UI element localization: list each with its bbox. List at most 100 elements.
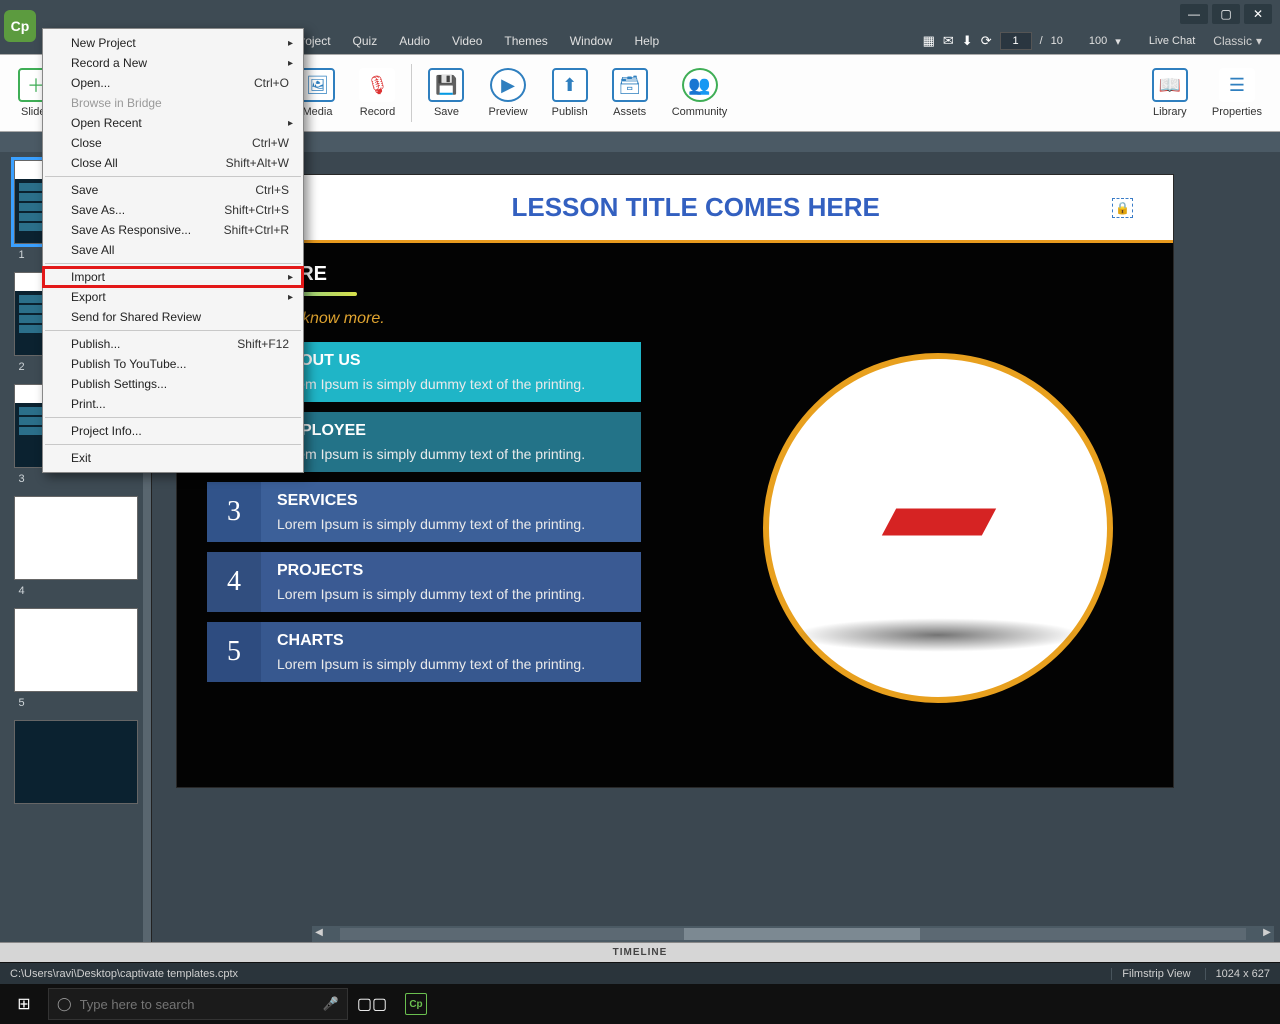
menu-item-label: Export (71, 290, 106, 304)
properties-icon: ☰ (1219, 68, 1255, 102)
horizontal-scrollbar[interactable]: ◀ ▶ (312, 926, 1274, 942)
menu-item-label: Open Recent (71, 116, 142, 130)
publish-icon: ⬆ (552, 68, 588, 102)
file-menu-item[interactable]: Close Ctrl+W (43, 133, 303, 153)
canvas-area[interactable]: eLearning VIFT LESSON TITLE COMES HERE 🔒… (152, 152, 1280, 942)
menu-item-label: Exit (71, 451, 91, 465)
file-menu-item[interactable]: Publish Settings... (43, 374, 303, 394)
file-menu-item[interactable]: Exit (43, 448, 303, 468)
slide-thumb-6[interactable] (14, 720, 138, 804)
zoom-value[interactable]: 100 (1089, 35, 1107, 47)
play-icon: ▶ (490, 68, 526, 102)
menu-item-label: Save All (71, 243, 114, 257)
submenu-arrow-icon: ▸ (288, 118, 293, 129)
scroll-right-icon[interactable]: ▶ (1260, 927, 1274, 941)
menu-help[interactable]: Help (624, 30, 669, 52)
title-bar: — ▢ ✕ (0, 0, 1280, 28)
live-chat-link[interactable]: Live Chat (1149, 35, 1195, 47)
publish-button[interactable]: ⬆ Publish (540, 58, 600, 128)
search-input[interactable] (80, 997, 315, 1012)
layout-icon[interactable]: ▦ (923, 33, 935, 49)
maximize-button[interactable]: ▢ (1212, 4, 1240, 24)
library-icon: 📖 (1152, 68, 1188, 102)
status-view: Filmstrip View (1111, 968, 1190, 980)
microphone-icon: 🎙 (359, 68, 395, 102)
file-menu-item[interactable]: Export▸ (43, 287, 303, 307)
cortana-icon: ◯ (57, 996, 72, 1012)
record-button[interactable]: 🎙 Record (347, 58, 407, 128)
start-button[interactable]: ⊞ (4, 984, 44, 1024)
file-menu-item[interactable]: Open Recent ▸ (43, 113, 303, 133)
media-icon: 🖼 (299, 68, 335, 102)
file-menu-item[interactable]: Import▸ (43, 267, 303, 287)
menu-shortcut: Ctrl+S (255, 183, 289, 197)
taskbar-search[interactable]: ◯ 🎤 (48, 988, 348, 1020)
hscroll-thumb[interactable] (684, 928, 920, 940)
menu-item-label: Project Info... (71, 424, 142, 438)
file-menu-item[interactable]: Project Info... (43, 421, 303, 441)
sync-icon[interactable]: ⟳ (981, 33, 992, 49)
slide-thumb-5[interactable]: 5 (14, 608, 138, 692)
slide-thumb-4[interactable]: 4 (14, 496, 138, 580)
card-body: CHARTSLorem Ipsum is simply dummy text o… (261, 622, 641, 682)
download-icon[interactable]: ⬇ (962, 33, 973, 49)
slide-header: eLearning VIFT LESSON TITLE COMES HERE 🔒 (177, 175, 1173, 243)
file-menu-item[interactable]: Record a New▸ (43, 53, 303, 73)
file-menu-item[interactable]: New Project ▸ (43, 33, 303, 53)
timeline-panel-header[interactable]: TIMELINE (0, 942, 1280, 962)
library-button[interactable]: 📖 Library (1140, 58, 1200, 128)
task-view-button[interactable]: ▢▢ (352, 984, 392, 1024)
file-menu-item[interactable]: SaveCtrl+S (43, 180, 303, 200)
menu-item-label: Open... (71, 76, 110, 90)
card-body: ABOUT USLorem Ipsum is simply dummy text… (261, 342, 641, 402)
chevron-down-icon: ▾ (1256, 34, 1262, 48)
preview-label: Preview (488, 106, 527, 118)
card-desc: Lorem Ipsum is simply dummy text of the … (277, 516, 625, 532)
menu-quiz[interactable]: Quiz (343, 30, 388, 52)
scroll-left-icon[interactable]: ◀ (312, 927, 326, 941)
close-window-button[interactable]: ✕ (1244, 4, 1272, 24)
menu-item-label: Print... (71, 397, 106, 411)
zoom-arrow-icon[interactable]: ▾ (1115, 35, 1121, 48)
community-button[interactable]: 👥 Community (660, 58, 740, 128)
mic-icon[interactable]: 🎤 (323, 996, 339, 1012)
submenu-arrow-icon: ▸ (288, 38, 293, 49)
file-menu-item[interactable]: Print... (43, 394, 303, 414)
save-button[interactable]: 💾 Save (416, 58, 476, 128)
file-menu-item[interactable]: Publish To YouTube... (43, 354, 303, 374)
lesson-title: LESSON TITLE COMES HERE (299, 192, 1092, 223)
file-menu-dropdown: New Project▸Record a New▸Open...Ctrl+OBr… (42, 28, 304, 473)
page-current-input[interactable] (1000, 32, 1032, 50)
menu-window[interactable]: Window (560, 30, 623, 52)
file-menu-item[interactable]: Open...Ctrl+O (43, 73, 303, 93)
card-body: SERVICES Lorem Ipsum is simply dummy text… (261, 482, 641, 542)
file-menu-item[interactable]: Publish... Shift+F12 (43, 334, 303, 354)
menu-item-label: Close (71, 136, 102, 150)
card-title: SERVICES (277, 492, 625, 510)
community-icon: 👥 (682, 68, 718, 102)
menu-shortcut: Shift+F12 (237, 337, 289, 351)
status-filepath: C:\Users\ravi\Desktop\captivate template… (10, 968, 238, 980)
file-menu-item[interactable]: Save As...Shift+Ctrl+S (43, 200, 303, 220)
menu-themes[interactable]: Themes (494, 30, 557, 52)
file-menu-item[interactable]: Send for Shared Review (43, 307, 303, 327)
properties-button[interactable]: ☰ Properties (1200, 58, 1274, 128)
workspace-selector[interactable]: Classic ▾ (1203, 34, 1272, 48)
assets-button[interactable]: 🗃 Assets (600, 58, 660, 128)
menu-item-label: Publish... (71, 337, 120, 351)
file-menu-item[interactable]: Close AllShift+Alt+W (43, 153, 303, 173)
taskbar-captivate[interactable]: Cp (396, 984, 436, 1024)
submenu-arrow-icon: ▸ (288, 58, 293, 69)
slide-canvas[interactable]: eLearning VIFT LESSON TITLE COMES HERE 🔒… (176, 174, 1174, 788)
preview-button[interactable]: ▶ Preview (476, 58, 539, 128)
menu-item-label: New Project (71, 36, 136, 50)
menu-shortcut: Ctrl+W (252, 136, 289, 150)
menu-audio[interactable]: Audio (389, 30, 440, 52)
file-menu-item[interactable]: Save As Responsive...Shift+Ctrl+R (43, 220, 303, 240)
mail-icon[interactable]: ✉ (943, 33, 954, 49)
menu-shortcut: Shift+Ctrl+R (224, 223, 289, 237)
menu-item-label: Import (71, 270, 105, 284)
file-menu-item[interactable]: Save All (43, 240, 303, 260)
menu-video[interactable]: Video (442, 30, 492, 52)
minimize-button[interactable]: — (1180, 4, 1208, 24)
